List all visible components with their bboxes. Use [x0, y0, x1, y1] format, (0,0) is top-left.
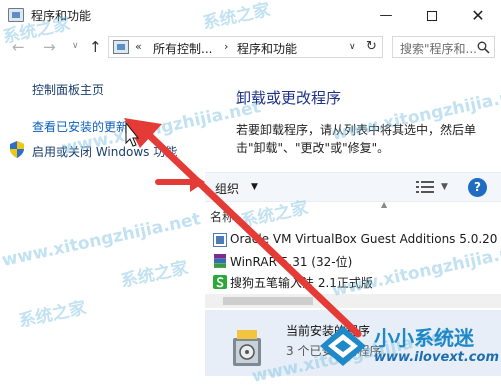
organize-dropdown-icon[interactable]: ▼	[251, 182, 258, 192]
list-item[interactable]: Oracle VM VirtualBox Guest Additions 5.0…	[213, 230, 501, 250]
help-icon[interactable]: ?	[468, 178, 487, 197]
list-item[interactable]: WinRAR 5.31 (32-位)	[213, 251, 501, 271]
brand-url: www.ilovext.com	[374, 350, 499, 365]
horizontal-scrollbar[interactable]	[205, 294, 501, 308]
sort-indicator-icon: ▲	[381, 200, 388, 209]
programs-app-icon	[8, 8, 24, 22]
view-installed-updates-link[interactable]: 查看已安装的更新	[32, 118, 128, 135]
address-dropdown-button[interactable]: ∨	[349, 42, 356, 52]
close-button[interactable]: ✕	[455, 0, 501, 31]
list-item[interactable]: 搜狗五笔输入法 2.1正式版	[213, 272, 501, 292]
search-input[interactable]: 搜索"程序和...	[400, 40, 477, 57]
scrollbar-thumb[interactable]	[223, 297, 313, 305]
program-name: Oracle VM VirtualBox Guest Additions 5.0…	[230, 232, 498, 246]
title-bar: 程序和功能 — ✕	[0, 0, 501, 31]
breadcrumb-all-control-panel[interactable]: 所有控制...	[153, 40, 212, 57]
turn-windows-features-link[interactable]: 启用或关闭 Windows 功能	[32, 143, 177, 160]
search-icon	[477, 41, 490, 54]
refresh-button[interactable]: ↻	[366, 39, 377, 54]
list-toolbar: 组织 ▼ ▼ ?	[205, 172, 501, 202]
view-options-icon[interactable]	[416, 180, 434, 194]
address-bar[interactable]: « 所有控制... › 程序和功能 ∨ ↻	[108, 36, 383, 58]
forward-button[interactable]: →	[43, 38, 56, 56]
program-name: 搜狗五笔输入法 2.1正式版	[230, 276, 373, 290]
program-name: WinRAR 5.31 (32-位)	[230, 255, 353, 269]
sogou-icon	[213, 275, 227, 289]
column-header-name[interactable]: 名称	[210, 208, 234, 225]
search-box[interactable]: 搜索"程序和...	[392, 36, 495, 58]
control-panel-home-link[interactable]: 控制面板主页	[32, 81, 104, 98]
recent-locations-button[interactable]: ∨	[72, 41, 79, 51]
page-description: 若要卸载程序，请从列表中将其选中，然后单击"卸载"、"更改"或"修复"。	[236, 123, 477, 155]
breadcrumb-programs[interactable]: 程序和功能	[237, 40, 297, 57]
installed-programs-icon	[233, 330, 261, 366]
minimize-button[interactable]: —	[363, 0, 409, 31]
back-button[interactable]: ←	[12, 38, 25, 56]
view-dropdown-icon[interactable]: ▼	[441, 182, 448, 192]
maximize-button[interactable]	[409, 0, 455, 31]
left-pane: 控制面板主页 查看已安装的更新 启用或关闭 Windows 功能	[0, 64, 215, 376]
winrar-icon	[214, 254, 226, 268]
navigation-bar: ← → ∨ ↑ « 所有控制... › 程序和功能 ∨ ↻ 搜索"程序和...	[0, 33, 501, 61]
virtualbox-icon	[213, 233, 227, 247]
maximize-icon	[427, 10, 437, 21]
shield-icon	[10, 141, 24, 158]
page-heading: 卸载或更改程序	[236, 89, 342, 107]
brand-name: 小小系统迷	[374, 326, 474, 350]
breadcrumb-separator[interactable]: ›	[224, 40, 228, 53]
organize-button[interactable]: 组织	[215, 180, 239, 197]
brand-overlay: 小小系统迷 www.ilovext.com	[312, 318, 501, 376]
window-title: 程序和功能	[31, 9, 92, 23]
up-button[interactable]: ↑	[89, 38, 102, 56]
brand-logo-icon	[320, 326, 366, 366]
breadcrumb-overflow[interactable]: «	[135, 40, 142, 53]
control-panel-icon	[113, 40, 129, 54]
